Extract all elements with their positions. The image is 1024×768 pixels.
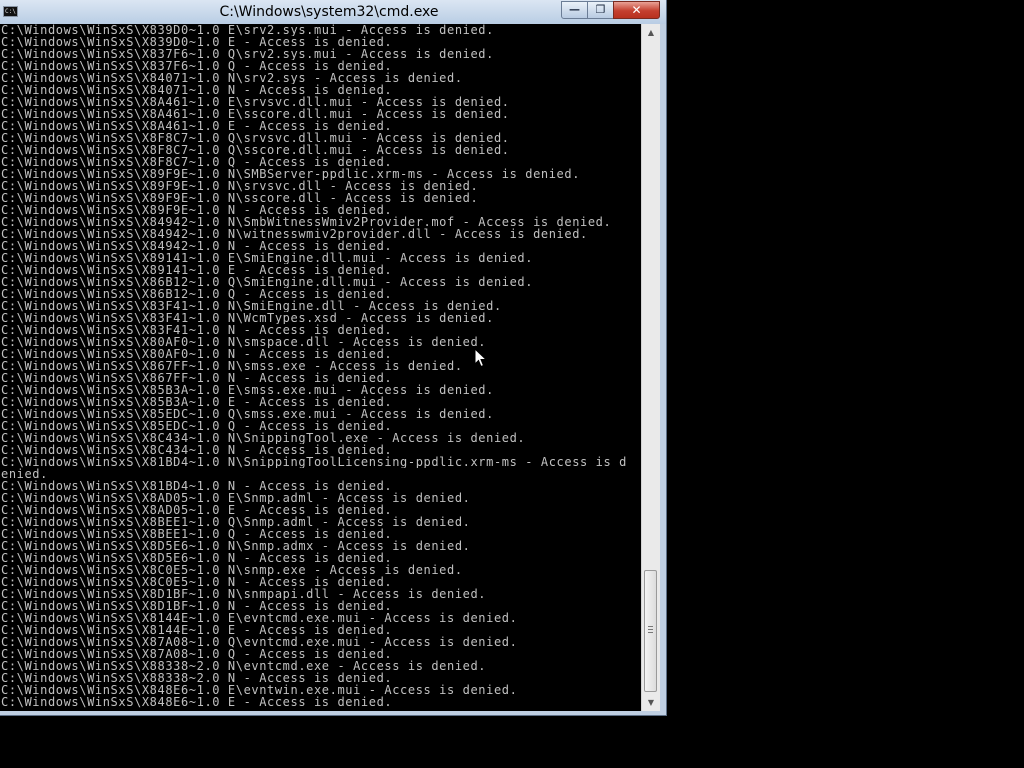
console-line: C:\Windows\WinSxS\X81BD4~1.0_N - Access … (1, 480, 393, 492)
scrollbar-thumb[interactable] (644, 570, 657, 692)
console-line: C:\Windows\WinSxS\X8144E~1.0_E\evntcmd.e… (1, 612, 518, 624)
console-line: C:\Windows\WinSxS\X8AD05~1.0_E - Access … (1, 504, 393, 516)
console-line: C:\Windows\WinSxS\X8A461~1.0_E\srvsvc.dl… (1, 96, 510, 108)
window-bottom-border (0, 711, 666, 715)
desktop: C:\ C:\Windows\system32\cmd.exe — ❐ ✕ C:… (0, 0, 1024, 768)
close-button[interactable]: ✕ (613, 1, 660, 19)
scroll-up-arrow-icon[interactable]: ▲ (642, 24, 660, 41)
console-line: C:\Windows\WinSxS\X85B3A~1.0_E\smss.exe.… (1, 384, 494, 396)
mouse-pointer-icon (474, 348, 488, 368)
console-line: C:\Windows\WinSxS\X8C0E5~1.0_N - Access … (1, 576, 393, 588)
console-line: C:\Windows\WinSxS\X8F8C7~1.0_Q\sscore.dl… (1, 144, 510, 156)
console-line: C:\Windows\WinSxS\X87A08~1.0_Q\evntcmd.e… (1, 636, 518, 648)
console-line: C:\Windows\WinSxS\X86B12~1.0_Q\SmiEngine… (1, 276, 534, 288)
console-line: C:\Windows\WinSxS\X8D5E6~1.0_N - Access … (1, 552, 393, 564)
console-line: C:\Windows\WinSxS\X89141~1.0_E - Access … (1, 264, 393, 276)
console-line: C:\Windows\WinSxS\X8AD05~1.0_E\Snmp.adml… (1, 492, 471, 504)
console-line: C:\Windows\WinSxS\X80AF0~1.0_N - Access … (1, 348, 393, 360)
console-line: C:\Windows\WinSxS\X84071~1.0_N\srv2.sys … (1, 72, 463, 84)
console-line: enied. (1, 468, 48, 480)
console-line: C:\Windows\WinSxS\X88338~2.0_N\evntcmd.e… (1, 660, 487, 672)
console-line: C:\Windows\WinSxS\X8C434~1.0_N\SnippingT… (1, 432, 526, 444)
cmd-window: C:\ C:\Windows\system32\cmd.exe — ❐ ✕ C:… (0, 0, 667, 716)
console-line: C:\Windows\WinSxS\X86B12~1.0_Q - Access … (1, 288, 393, 300)
console-line: C:\Windows\WinSxS\X89F9E~1.0_N\SMBServer… (1, 168, 581, 180)
console-line: C:\Windows\WinSxS\X89F9E~1.0_N\sscore.dl… (1, 192, 479, 204)
console-line: C:\Windows\WinSxS\X8D5E6~1.0_N\Snmp.admx… (1, 540, 471, 552)
console-line: C:\Windows\WinSxS\X83F41~1.0_N\WcmTypes.… (1, 312, 494, 324)
console-line: C:\Windows\WinSxS\X848E6~1.0_E\evntwin.e… (1, 684, 518, 696)
console-line: C:\Windows\WinSxS\X837F6~1.0_Q\srv2.sys.… (1, 48, 494, 60)
console-line: C:\Windows\WinSxS\X83F41~1.0_N\SmiEngine… (1, 300, 502, 312)
console-line: C:\Windows\WinSxS\X87A08~1.0_Q - Access … (1, 648, 393, 660)
scrollbar-grip-icon (648, 626, 653, 633)
console-line: C:\Windows\WinSxS\X85EDC~1.0_Q - Access … (1, 420, 393, 432)
console-line: C:\Windows\WinSxS\X89F9E~1.0_N\srvsvc.dl… (1, 180, 479, 192)
console-line: C:\Windows\WinSxS\X84942~1.0_N\witnesswm… (1, 228, 588, 240)
console-line: C:\Windows\WinSxS\X84071~1.0_N - Access … (1, 84, 393, 96)
console-line: C:\Windows\WinSxS\X85B3A~1.0_E - Access … (1, 396, 393, 408)
maximize-button[interactable]: ❐ (587, 1, 614, 19)
console-line: C:\Windows\WinSxS\X8F8C7~1.0_Q\srvsvc.dl… (1, 132, 510, 144)
console-line: C:\Windows\WinSxS\X839D0~1.0_E - Access … (1, 36, 393, 48)
console-line: C:\Windows\WinSxS\X85EDC~1.0_Q\smss.exe.… (1, 408, 494, 420)
console-line: C:\Windows\WinSxS\X8F8C7~1.0_Q - Access … (1, 156, 393, 168)
console-line: C:\Windows\WinSxS\X8BEE1~1.0_Q\Snmp.adml… (1, 516, 471, 528)
minimize-button[interactable]: — (561, 1, 588, 19)
console-line: C:\Windows\WinSxS\X8C0E5~1.0_N\snmp.exe … (1, 564, 463, 576)
console-line: C:\Windows\WinSxS\X8A461~1.0_E - Access … (1, 120, 393, 132)
console-line: C:\Windows\WinSxS\X80AF0~1.0_N\smspace.d… (1, 336, 487, 348)
console-line: C:\Windows\WinSxS\X81BD4~1.0_N\SnippingT… (1, 456, 627, 468)
console-line: C:\Windows\WinSxS\X839D0~1.0_E\srv2.sys.… (1, 24, 494, 36)
title-bar[interactable]: C:\ C:\Windows\system32\cmd.exe — ❐ ✕ (0, 0, 666, 24)
console-line: C:\Windows\WinSxS\X83F41~1.0_N - Access … (1, 324, 393, 336)
console-line: C:\Windows\WinSxS\X88338~2.0_N - Access … (1, 672, 393, 684)
console-line: C:\Windows\WinSxS\X84942~1.0_N\SmbWitnes… (1, 216, 612, 228)
console-line: C:\Windows\WinSxS\X848E6~1.0_E - Access … (1, 696, 393, 708)
console-line: C:\Windows\WinSxS\X8D1BF~1.0_N\snmpapi.d… (1, 588, 487, 600)
console-line: C:\Windows\WinSxS\X8144E~1.0_E - Access … (1, 624, 393, 636)
vertical-scrollbar[interactable]: ▲ ▼ (641, 24, 660, 711)
console-line: C:\Windows\WinSxS\X8D1BF~1.0_N - Access … (1, 600, 393, 612)
console-line: C:\Windows\WinSxS\X8A461~1.0_E\sscore.dl… (1, 108, 510, 120)
console-line: C:\Windows\WinSxS\X867FF~1.0_N - Access … (1, 372, 393, 384)
console-output[interactable]: C:\Windows\WinSxS\X839D0~1.0_E\srv2.sys.… (0, 24, 641, 711)
console-line: C:\Windows\WinSxS\X8BEE1~1.0_Q - Access … (1, 528, 393, 540)
console-line: C:\Windows\WinSxS\X89141~1.0_E\SmiEngine… (1, 252, 534, 264)
console-line: C:\Windows\WinSxS\X867FF~1.0_N\smss.exe … (1, 360, 463, 372)
console-line: C:\Windows\WinSxS\X837F6~1.0_Q - Access … (1, 60, 393, 72)
console-lines: C:\Windows\WinSxS\X839D0~1.0_E\srv2.sys.… (0, 24, 641, 708)
console-line: C:\Windows\WinSxS\X8C434~1.0_N - Access … (1, 444, 393, 456)
console-line: C:\Windows\WinSxS\X89F9E~1.0_N - Access … (1, 204, 393, 216)
console-line: C:\Windows\WinSxS\X84942~1.0_N - Access … (1, 240, 393, 252)
scroll-down-arrow-icon[interactable]: ▼ (642, 694, 660, 711)
